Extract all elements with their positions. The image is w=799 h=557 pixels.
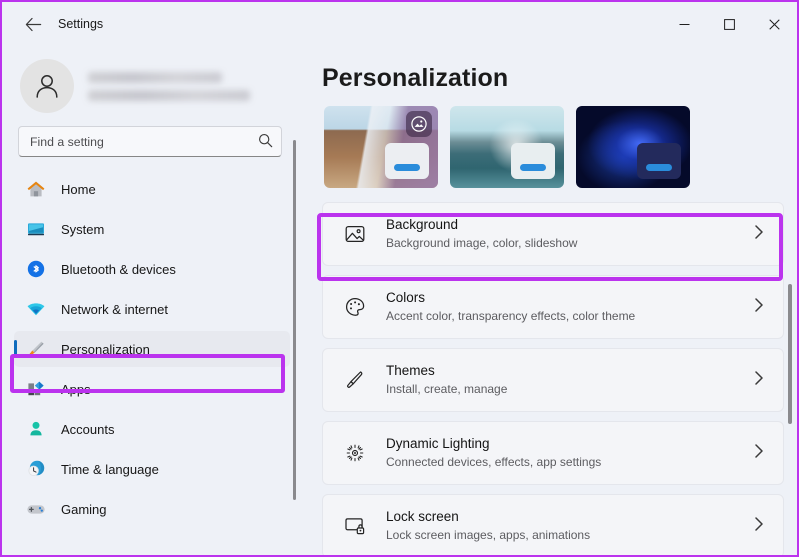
settings-card-colors[interactable]: Colors Accent color, transparency effect… — [322, 275, 784, 339]
settings-card-lock-screen[interactable]: Lock screen Lock screen images, apps, an… — [322, 494, 784, 555]
close-icon — [769, 18, 780, 30]
clock-globe-icon — [25, 458, 47, 480]
card-text: Themes Install, create, manage — [386, 362, 507, 398]
theme-preview-3[interactable] — [576, 106, 690, 188]
window-controls — [662, 3, 797, 45]
sidebar-item-label: Gaming — [61, 501, 107, 517]
sidebar-item-gaming[interactable]: Gaming — [14, 491, 290, 527]
paintbrush-icon — [340, 369, 370, 391]
sidebar-item-label: Personalization — [61, 341, 150, 357]
settings-window: Settings Find a setting Home System Blue… — [0, 0, 799, 557]
sidebar-item-label: Accounts — [61, 421, 115, 437]
maximize-button[interactable] — [707, 3, 752, 45]
sidebar-item-label: Bluetooth & devices — [61, 261, 176, 277]
sidebar-item-label: Network & internet — [61, 301, 168, 317]
preview-window-mock — [511, 143, 555, 179]
sidebar-item-label: Home — [61, 181, 96, 197]
settings-card-list: Background Background image, color, slid… — [322, 202, 784, 555]
card-subtitle: Connected devices, effects, app settings — [386, 455, 602, 470]
card-title: Themes — [386, 362, 435, 378]
sidebar-item-label: System — [61, 221, 105, 237]
chevron-right-icon — [753, 443, 765, 464]
sidebar-item-apps[interactable]: Apps — [14, 371, 290, 407]
minimize-icon — [679, 23, 690, 25]
sidebar-item-home[interactable]: Home — [14, 171, 290, 207]
image-icon — [406, 111, 432, 137]
sidebar-nav: Home System Bluetooth & devices Network … — [2, 171, 302, 527]
image-picture-icon — [340, 223, 370, 245]
card-subtitle: Background image, color, slideshow — [386, 236, 578, 251]
account-name-redacted — [88, 71, 222, 83]
titlebar: Settings — [2, 2, 797, 46]
system-icon — [25, 218, 47, 240]
preview-accent-pill — [520, 164, 546, 171]
sidebar-item-bluetooth-devices[interactable]: Bluetooth & devices — [14, 251, 290, 287]
apps-icon — [25, 378, 47, 400]
theme-thumbnail-row — [324, 106, 797, 188]
gamepad-icon — [25, 498, 47, 520]
palette-icon — [340, 296, 370, 318]
settings-card-dynamic-lighting[interactable]: Dynamic Lighting Connected devices, effe… — [322, 421, 784, 485]
settings-card-themes[interactable]: Themes Install, create, manage — [322, 348, 784, 412]
avatar — [20, 59, 74, 113]
search-container — [18, 126, 282, 157]
card-text: Colors Accent color, transparency effect… — [386, 289, 635, 325]
minimize-button[interactable] — [662, 3, 707, 45]
sunburst-light-icon — [340, 441, 370, 465]
main-scrollbar[interactable] — [788, 284, 792, 424]
card-title: Background — [386, 216, 459, 232]
chevron-right-icon — [753, 516, 765, 537]
bluetooth-icon — [25, 258, 47, 280]
window-title: Settings — [58, 17, 104, 31]
preview-window-mock — [385, 143, 429, 179]
page-title: Personalization — [322, 64, 509, 92]
card-subtitle: Lock screen images, apps, animations — [386, 528, 591, 543]
main-content: Personalization Background Background im… — [302, 46, 797, 555]
sidebar-item-personalization[interactable]: Personalization — [14, 331, 290, 367]
person-avatar-icon — [36, 75, 58, 98]
home-icon — [25, 178, 47, 200]
sidebar-item-accounts[interactable]: Accounts — [14, 411, 290, 447]
card-text: Background Background image, color, slid… — [386, 216, 577, 252]
chevron-right-icon — [753, 224, 765, 245]
sidebar: Home System — [2, 46, 302, 555]
network-wifi-icon — [25, 298, 47, 320]
sidebar-item-label: Time & language — [61, 461, 159, 477]
chevron-right-icon — [753, 370, 765, 391]
sidebar-item-network-internet[interactable]: Network & internet — [14, 291, 290, 327]
accounts-person-icon — [25, 418, 47, 440]
sidebar-item-label: Apps — [61, 381, 91, 397]
theme-preview-1[interactable] — [324, 106, 438, 188]
account-profile[interactable] — [2, 46, 302, 122]
preview-accent-pill — [646, 164, 672, 171]
card-subtitle: Accent color, transparency effects, colo… — [386, 309, 636, 324]
search-input[interactable] — [18, 126, 282, 157]
sidebar-scrollbar[interactable] — [293, 140, 296, 500]
settings-card-background[interactable]: Background Background image, color, slid… — [322, 202, 784, 266]
account-email-redacted — [88, 89, 250, 101]
sidebar-item-system[interactable]: System — [14, 211, 290, 247]
paintbrush-icon — [25, 338, 47, 360]
close-button[interactable] — [752, 3, 797, 45]
chevron-right-icon — [753, 297, 765, 318]
card-title: Lock screen — [386, 508, 459, 524]
card-text: Lock screen Lock screen images, apps, an… — [386, 508, 590, 544]
preview-accent-pill — [394, 164, 420, 171]
card-title: Colors — [386, 289, 426, 305]
card-title: Dynamic Lighting — [386, 435, 490, 451]
back-arrow-icon — [25, 17, 41, 31]
maximize-icon — [724, 18, 735, 30]
card-subtitle: Install, create, manage — [386, 382, 508, 397]
account-text — [88, 71, 250, 101]
sidebar-item-time-language[interactable]: Time & language — [14, 451, 290, 487]
back-button[interactable] — [16, 9, 50, 39]
lock-screen-icon — [340, 515, 370, 537]
theme-preview-2[interactable] — [450, 106, 564, 188]
preview-window-mock — [637, 143, 681, 179]
card-text: Dynamic Lighting Connected devices, effe… — [386, 435, 601, 471]
